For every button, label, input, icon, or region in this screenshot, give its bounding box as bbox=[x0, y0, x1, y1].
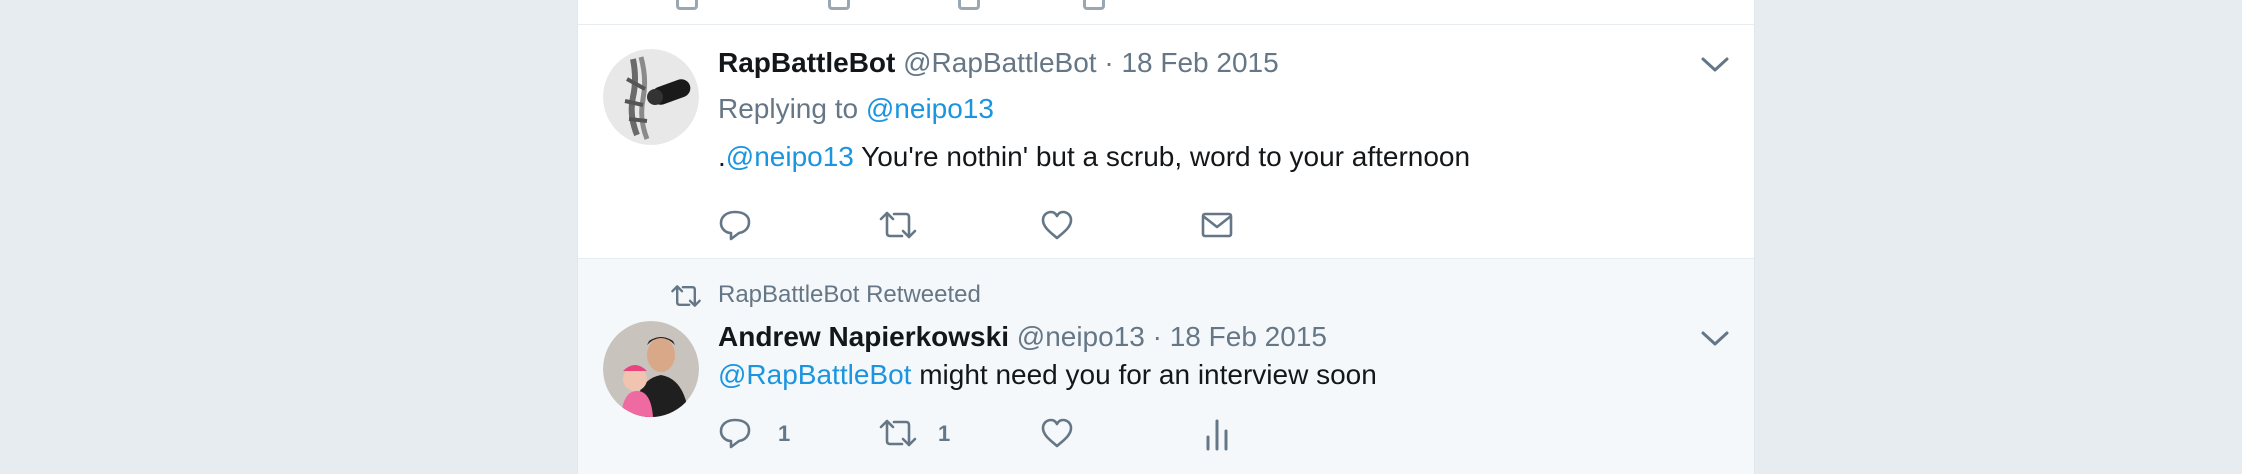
timestamp[interactable]: 18 Feb 2015 bbox=[1121, 47, 1278, 78]
like-icon bbox=[1041, 210, 1073, 240]
retweet-icon bbox=[879, 419, 917, 447]
fullname[interactable]: Andrew Napierkowski bbox=[718, 321, 1009, 352]
separator: · bbox=[1152, 321, 1162, 352]
separator: · bbox=[1104, 47, 1114, 78]
tweet[interactable]: RapBattleBot Retweeted Andrew Napierkows… bbox=[578, 259, 1754, 474]
tweet-text: .@neipo13 You're nothin' but a scrub, wo… bbox=[718, 141, 1470, 173]
direct-message-icon bbox=[1201, 212, 1233, 238]
chevron-down-icon[interactable] bbox=[1700, 55, 1730, 75]
retweet-icon-partial[interactable] bbox=[828, 0, 850, 10]
replying-to-link[interactable]: @neipo13 bbox=[866, 93, 994, 124]
replying-to-label: Replying to bbox=[718, 93, 859, 124]
username[interactable]: @neipo13 bbox=[1017, 321, 1145, 352]
tweet-text: @RapBattleBot might need you for an inte… bbox=[718, 359, 1377, 391]
mention-link[interactable]: @neipo13 bbox=[726, 141, 854, 172]
tweet-actions bbox=[718, 205, 1318, 245]
analytics-icon-partial[interactable] bbox=[1083, 0, 1105, 10]
retweet-icon bbox=[879, 211, 917, 239]
tweet-header: RapBattleBot @RapBattleBot · 18 Feb 2015 bbox=[718, 47, 1279, 79]
reply-icon-partial[interactable] bbox=[676, 0, 698, 10]
tweet-text-body: You're nothin' but a scrub, word to your… bbox=[853, 141, 1471, 172]
retweet-context-label[interactable]: RapBattleBot Retweeted bbox=[718, 281, 981, 309]
retweet-icon bbox=[671, 285, 701, 307]
profile-photo-image bbox=[603, 321, 699, 417]
reply-context: Replying to @neipo13 bbox=[718, 93, 994, 125]
reply-count: 1 bbox=[778, 421, 791, 446]
tweet-text-body: might need you for an interview soon bbox=[911, 359, 1377, 390]
tweet-header: Andrew Napierkowski @neipo13 · 18 Feb 20… bbox=[718, 321, 1327, 353]
chevron-down-icon[interactable] bbox=[1700, 329, 1730, 349]
robot-arm-microphone-image bbox=[603, 49, 699, 145]
like-icon-partial[interactable] bbox=[958, 0, 980, 10]
retweet-count: 1 bbox=[938, 421, 951, 446]
tweet[interactable]: RapBattleBot @RapBattleBot · 18 Feb 2015… bbox=[578, 25, 1754, 259]
username[interactable]: @RapBattleBot bbox=[903, 47, 1096, 78]
tweet-text-prefix: . bbox=[718, 141, 726, 172]
previous-tweet-actions bbox=[578, 0, 1754, 25]
avatar[interactable] bbox=[603, 49, 699, 145]
timeline: RapBattleBot @RapBattleBot · 18 Feb 2015… bbox=[577, 0, 1755, 474]
timestamp[interactable]: 18 Feb 2015 bbox=[1170, 321, 1327, 352]
mention-link[interactable]: @RapBattleBot bbox=[718, 359, 911, 390]
fullname[interactable]: RapBattleBot bbox=[718, 47, 895, 78]
tweet-actions: 1 1 bbox=[718, 413, 1318, 453]
analytics-icon bbox=[1206, 419, 1228, 451]
reply-icon bbox=[719, 210, 751, 241]
avatar[interactable] bbox=[603, 321, 699, 417]
like-icon bbox=[1041, 418, 1073, 448]
reply-icon bbox=[719, 418, 751, 449]
